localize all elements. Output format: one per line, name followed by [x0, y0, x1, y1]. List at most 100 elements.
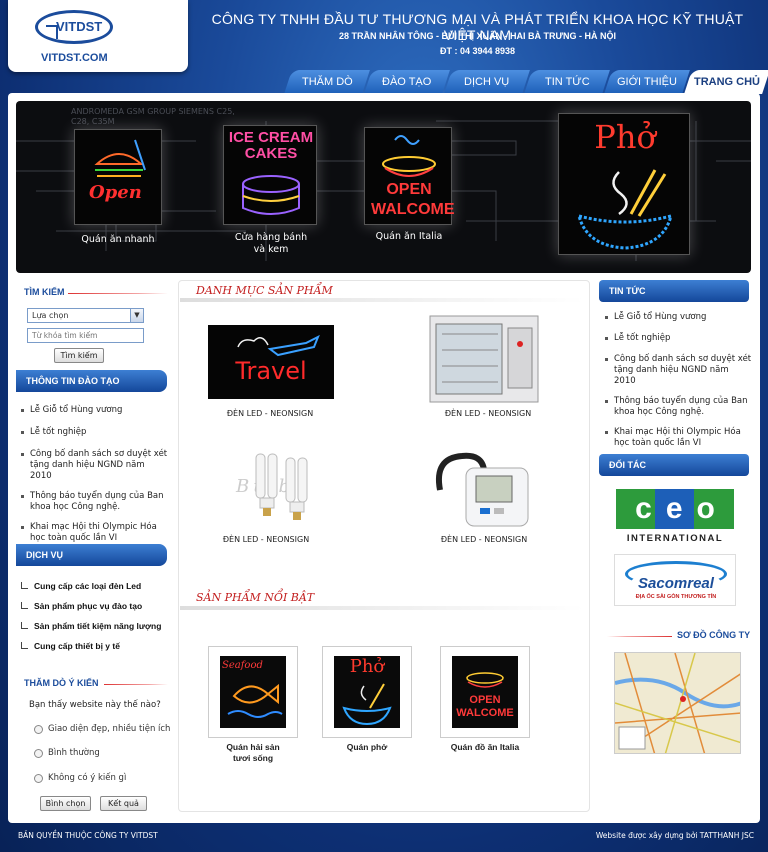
blood-pressure-monitor-icon [436, 452, 529, 527]
list-item[interactable]: Lễ Giỗ tổ Hùng vương [20, 405, 168, 416]
banner-sign-text: Open [89, 182, 142, 203]
search-divider [68, 293, 168, 294]
list-item[interactable]: Công bố danh sách sơ duyệt xét tặng danh… [604, 354, 752, 387]
training-list: Lễ Giỗ tổ Hùng vương Lễ tốt nghiệp Công … [20, 405, 168, 552]
tab-label: DỊCH VỤ [464, 76, 510, 88]
poll-option[interactable]: Bình thường [34, 748, 100, 758]
list-item[interactable]: Cung cấp thiết bị y tế [21, 641, 171, 651]
services-list: Cung cấp các loại đèn Led Sản phẩm phục … [21, 581, 171, 661]
partners-title: ĐỐI TÁC [599, 454, 749, 476]
banner-bg-text: ANDROMEDA GSM GROUP SIEMENS C25, C28, C3… [71, 107, 235, 126]
poll-option-label: Giao diện đẹp, nhiều tiện ích [48, 724, 171, 734]
poll-option-label: Không có ý kiến gì [48, 773, 127, 783]
featured-caption[interactable]: Quán đồ ăn Italia [432, 742, 538, 753]
main-nav: THĂM DÒ ĐÀO TẠO DỊCH VỤ TIN TỨC GIỚI THI… [284, 70, 768, 94]
product-caption[interactable]: ĐÈN LED - NEONSIGN [414, 535, 554, 544]
featured-item-italia[interactable]: OPEN WALCOME [440, 646, 530, 738]
search-select[interactable]: Lựa chọn ▼ [27, 308, 144, 323]
partner-name: ceo [616, 489, 734, 529]
banner-sign-ice-cream: ICE CREAM CAKES [223, 125, 317, 225]
list-item[interactable]: Sản phẩm phục vụ đào tạo [21, 601, 171, 611]
list-item[interactable]: Cung cấp các loại đèn Led [21, 581, 171, 591]
featured-item-seafood[interactable]: Seafood [208, 646, 298, 738]
partner-subtitle: ĐỊA ỐC SÀI GÒN THƯƠNG TÍN [635, 594, 717, 600]
banner-sign-fast-food: Open [74, 129, 162, 225]
company-address: 28 TRẦN NHÂN TÔNG - BÙI THỊ XUÂN - HAI B… [339, 31, 616, 41]
partner-logo-ceo[interactable]: ceo INTERNATIONAL [614, 489, 736, 547]
banner-sign-italia: OPEN WALCOME [364, 127, 455, 225]
product-image-incubator[interactable] [428, 314, 540, 406]
list-item[interactable]: Khai mạc Hội thi Olympic Hóa học toàn qu… [20, 522, 168, 544]
vote-button[interactable]: Bình chọn [40, 796, 91, 811]
banner-caption-fast-food: Quán ăn nhanh [81, 234, 155, 245]
featured-item-pho[interactable]: Phở [322, 646, 412, 738]
bulb-icon [255, 453, 308, 520]
chevron-down-icon[interactable]: ▼ [130, 309, 143, 322]
featured-caption[interactable]: Quán hải sản tươi sống [208, 742, 298, 764]
list-item[interactable]: Khai mạc Hội thi Olympic Hóa học toàn qu… [604, 427, 752, 449]
sitemap-map[interactable] [614, 652, 741, 754]
radio-icon[interactable] [34, 748, 43, 758]
fish-icon [227, 683, 283, 718]
tab-dao-tao[interactable]: ĐÀO TẠO [364, 70, 450, 94]
poll-option[interactable]: Không có ý kiến gì [34, 773, 126, 783]
result-button[interactable]: Kết quả [100, 796, 147, 811]
search-input[interactable] [27, 328, 144, 343]
poll-option[interactable]: Giao diện đẹp, nhiều tiện ích [34, 724, 170, 734]
categories-title: DANH MỤC SẢN PHẨM [196, 284, 333, 297]
featured-image: OPEN WALCOME [452, 656, 518, 728]
product-image-text: Travel [235, 357, 307, 385]
partner-logo-sacomreal[interactable]: Sacomreal ĐỊA ỐC SÀI GÒN THƯƠNG TÍN [614, 554, 736, 606]
featured-caption[interactable]: Quán phở [322, 742, 412, 753]
list-item[interactable]: Sản phẩm tiết kiệm năng lượng [21, 621, 171, 631]
logo-emblem-icon: VITDST [35, 10, 113, 44]
news-list: Lễ Giỗ tổ Hùng vương Lễ tốt nghiệp Công … [604, 312, 752, 457]
footer-credit[interactable]: Website được xây dựng bởi TATTHANH JSC [596, 831, 754, 840]
search-title: TÌM KIẾM [24, 287, 65, 297]
radio-icon[interactable] [34, 724, 43, 734]
list-item[interactable]: Lễ Giỗ tổ Hùng vương [604, 312, 752, 323]
search-button[interactable]: Tìm kiếm [54, 348, 104, 363]
list-item[interactable]: Công bố danh sách sơ duyệt xét tặng danh… [20, 449, 168, 482]
list-item[interactable]: Thông báo tuyển dụng của Ban khoa học Cô… [604, 396, 752, 418]
burger-icon [94, 139, 146, 177]
tab-label: GIỚI THIỆU [617, 76, 677, 88]
tab-gioi-thieu[interactable]: GIỚI THIỆU [604, 70, 690, 94]
product-caption[interactable]: ĐÈN LED - NEONSIGN [196, 535, 336, 544]
banner-caption-italia: Quán ăn Italia [375, 231, 443, 242]
tab-label: TRANG CHỦ [694, 76, 760, 88]
product-caption[interactable]: ĐÈN LED - NEONSIGN [200, 409, 340, 418]
map-icon [615, 653, 740, 753]
poll-divider [104, 684, 168, 685]
list-item[interactable]: Lễ tốt nghiệp [20, 427, 168, 438]
tab-label: ĐÀO TẠO [382, 76, 432, 88]
services-title: DỊCH VỤ [16, 544, 167, 566]
tab-trang-chu[interactable]: TRANG CHỦ [684, 70, 768, 94]
company-phone: ĐT : 04 3944 8938 [439, 46, 516, 56]
footer-copyright: BẢN QUYỀN THUỘC CÔNG TY VITDST [18, 831, 158, 840]
partner-subtitle: INTERNATIONAL [626, 533, 724, 544]
hero-banner: ANDROMEDA GSM GROUP SIEMENS C25, C28, C3… [16, 101, 751, 273]
list-item[interactable]: Thông báo tuyển dụng của Ban khoa học Cô… [20, 491, 168, 513]
poll-question: Bạn thấy website này thế nào? [29, 700, 161, 710]
incubator-icon [429, 315, 539, 403]
logo[interactable]: VITDST VITDST.COM [8, 0, 188, 72]
partner-name: Sacomreal [638, 575, 714, 592]
sitemap-divider [607, 636, 672, 637]
radio-icon[interactable] [34, 773, 43, 783]
product-image-travel[interactable]: Travel [208, 325, 334, 399]
product-image-bp-monitor[interactable] [432, 450, 532, 530]
tab-label: THĂM DÒ [301, 76, 353, 88]
product-image-bulb[interactable]: Bulb [204, 450, 326, 528]
tab-tham-do[interactable]: THĂM DÒ [284, 70, 370, 94]
tab-dich-vu[interactable]: DỊCH VỤ [444, 70, 530, 94]
list-item[interactable]: Lễ tốt nghiệp [604, 333, 752, 344]
tab-tin-tuc[interactable]: TIN TỨC [524, 70, 610, 94]
pho-bowl-icon [576, 169, 674, 250]
logo-url: VITDST.COM [41, 52, 108, 64]
featured-divider [180, 606, 584, 610]
poll-option-label: Bình thường [48, 748, 100, 758]
featured-image: Phở [334, 656, 400, 728]
product-caption[interactable]: ĐÈN LED - NEONSIGN [418, 409, 558, 418]
search-select-value: Lựa chọn [32, 311, 69, 320]
